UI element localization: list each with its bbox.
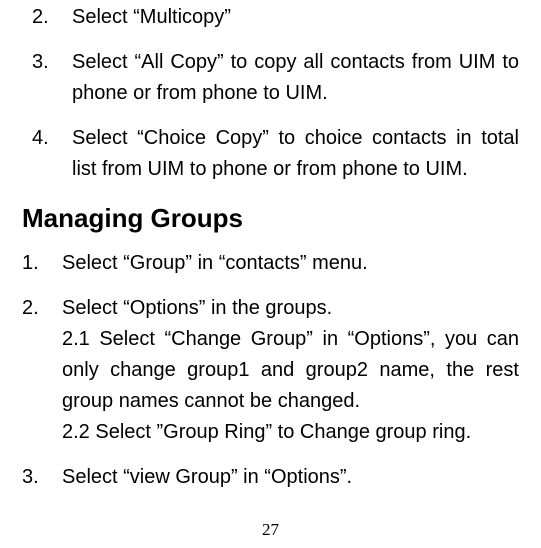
list1-item-4-text: Select “Choice Copy” to choice contacts … <box>72 123 519 185</box>
page-number: 27 <box>0 520 541 540</box>
list1-item-3: 3. Select “All Copy” to copy all contact… <box>32 47 519 109</box>
list1-item-2-num: 2. <box>32 2 72 33</box>
list2-item-3-num: 3. <box>22 462 62 493</box>
heading-managing-groups: Managing Groups <box>22 203 519 234</box>
list2-item-3: 3. Select “view Group” in “Options”. <box>22 462 519 493</box>
list1-item-4-num: 4. <box>32 123 72 185</box>
list2-item-2-sub1: 2.1 Select “Change Group” in “Options”, … <box>62 324 519 417</box>
page: 2. Select “Multicopy” 3. Select “All Cop… <box>0 0 541 548</box>
list2-item-2-sub2: 2.2 Select ”Group Ring” to Change group … <box>62 417 519 448</box>
list2-item-1-text: Select “Group” in “contacts” menu. <box>62 248 519 279</box>
list2-item-1-num: 1. <box>22 248 62 279</box>
list1-item-4: 4. Select “Choice Copy” to choice contac… <box>32 123 519 185</box>
list1-item-3-text: Select “All Copy” to copy all contacts f… <box>72 47 519 109</box>
list1-item-2: 2. Select “Multicopy” <box>32 2 519 33</box>
list2-item-2: 2. Select “Options” in the groups. 2.1 S… <box>22 293 519 448</box>
list1-item-3-num: 3. <box>32 47 72 109</box>
list2-item-1: 1. Select “Group” in “contacts” menu. <box>22 248 519 279</box>
list2-item-3-text: Select “view Group” in “Options”. <box>62 462 519 493</box>
list2-item-2-body: Select “Options” in the groups. 2.1 Sele… <box>62 293 519 448</box>
list2-item-2-num: 2. <box>22 293 62 448</box>
list2-item-2-text: Select “Options” in the groups. <box>62 297 332 319</box>
list1-item-2-text: Select “Multicopy” <box>72 2 519 33</box>
